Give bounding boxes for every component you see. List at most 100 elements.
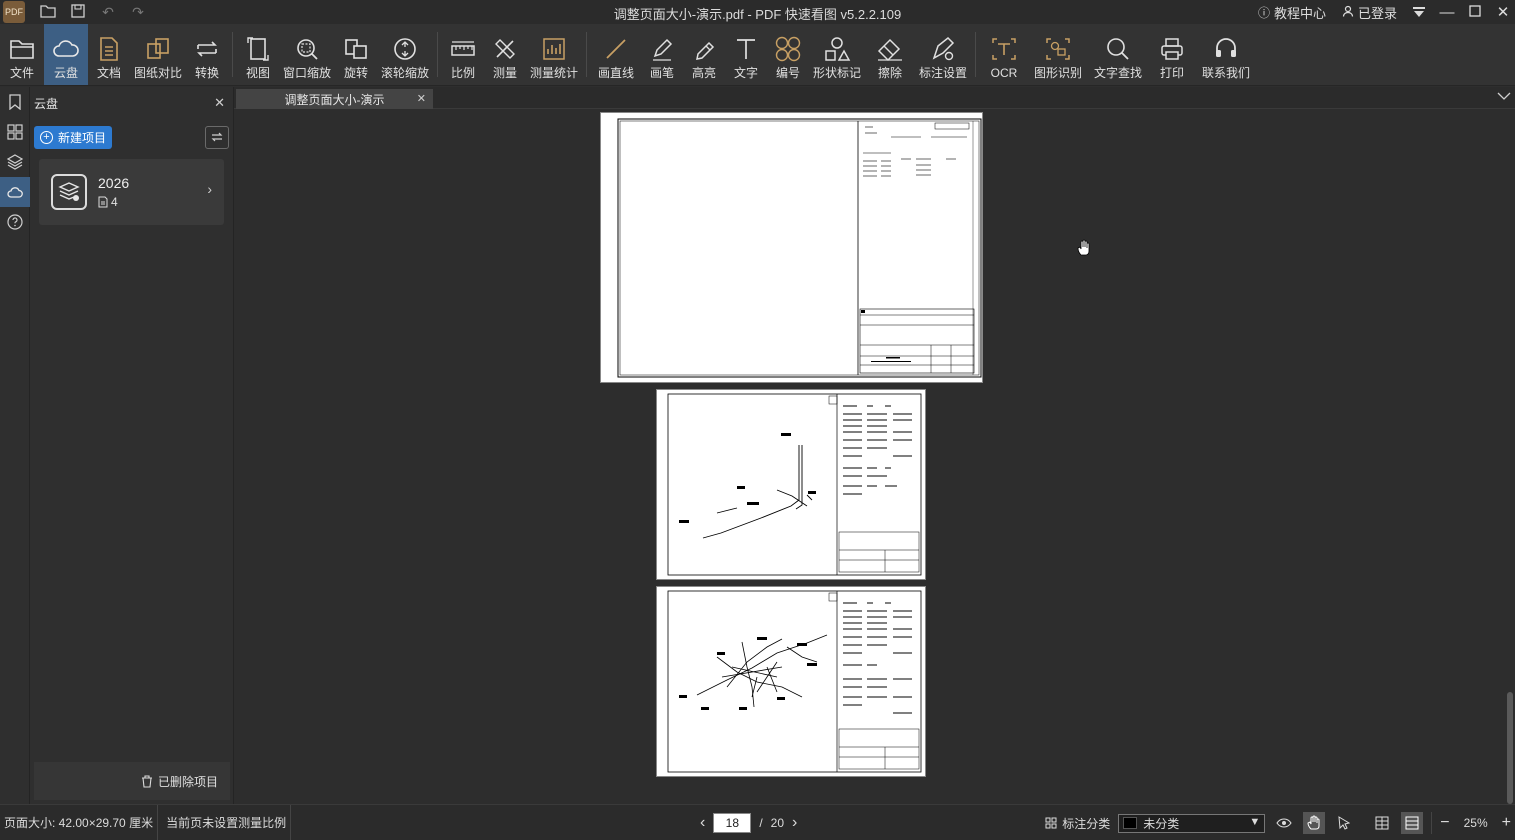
zoom-in-icon[interactable]: +: [1502, 814, 1511, 832]
compare-button[interactable]: 图纸对比: [130, 24, 186, 85]
cloud-rail-icon[interactable]: [0, 177, 30, 207]
hand-tool-icon[interactable]: [1303, 812, 1326, 834]
vertical-scrollbar[interactable]: [1507, 692, 1513, 804]
cloud-button[interactable]: 云盘: [44, 24, 88, 85]
scale-label: 比例: [450, 66, 475, 80]
zoom-window-icon: [297, 39, 318, 60]
highlight-button[interactable]: 高亮: [683, 24, 725, 85]
project-card[interactable]: 2026 4 ›: [39, 159, 224, 225]
category-color-swatch: [1123, 817, 1138, 829]
print-button[interactable]: 打印: [1148, 24, 1196, 85]
draw-line-button[interactable]: 画直线: [591, 24, 641, 85]
zoom-window-button[interactable]: 窗口缩放: [279, 24, 335, 85]
view-icon: [247, 37, 269, 61]
new-project-button[interactable]: + 新建项目: [34, 125, 113, 149]
status-separator: [1431, 812, 1433, 834]
eye-icon[interactable]: [1273, 812, 1295, 834]
continuous-layout-icon[interactable]: [1401, 812, 1424, 834]
account-link[interactable]: 已登录: [1336, 3, 1403, 22]
panel-title: 云盘: [34, 96, 59, 111]
folder-icon: [10, 40, 34, 59]
zoom-window-label: 窗口缩放: [282, 66, 331, 80]
toolbar-separator: [586, 32, 587, 77]
undo-icon[interactable]: ↶: [99, 4, 117, 21]
numbering-label: 编号: [775, 66, 800, 80]
deleted-items-button[interactable]: 已删除项目: [34, 762, 230, 800]
app-logo: PDF: [3, 1, 25, 23]
zoom-level[interactable]: 25%: [1464, 816, 1488, 830]
pdf-page: [656, 389, 926, 580]
rotate-icon: [345, 39, 367, 59]
select-pointer-icon[interactable]: [1333, 812, 1355, 834]
annotation-category-button[interactable]: 标注分类: [1045, 815, 1110, 832]
help-icon[interactable]: [0, 207, 30, 237]
eraser-button[interactable]: 擦除: [865, 24, 915, 85]
drawing-sheet: [667, 393, 922, 576]
shape-recognition-label: 图形识别: [1033, 66, 1082, 80]
maximize-icon[interactable]: [1463, 4, 1487, 21]
ocr-icon: [992, 38, 1016, 60]
minimize-icon[interactable]: —: [1435, 4, 1459, 21]
document-tab-label: 调整页面大小-演示: [284, 92, 385, 107]
bookmark-icon[interactable]: [0, 87, 30, 117]
markup-settings-button[interactable]: 标注设置: [915, 24, 971, 85]
tab-list-chevron-icon[interactable]: [1497, 89, 1511, 103]
wheel-zoom-button[interactable]: 滚轮缩放: [377, 24, 433, 85]
cloud-icon: [53, 40, 79, 57]
total-pages: 20: [770, 816, 785, 830]
sync-button[interactable]: [205, 125, 229, 149]
project-info: 2026 4: [98, 175, 129, 209]
thumbnails-icon[interactable]: [0, 117, 30, 147]
category-value: 未分类: [1143, 816, 1180, 831]
zoom-out-icon[interactable]: −: [1440, 814, 1449, 832]
text-button[interactable]: 文字: [725, 24, 767, 85]
close-window-icon[interactable]: ✕: [1491, 3, 1515, 21]
grid-category-icon: [1045, 817, 1057, 829]
text-search-button[interactable]: 文字查找: [1088, 24, 1148, 85]
convert-icon: [197, 41, 217, 57]
single-page-layout-icon[interactable]: [1371, 812, 1393, 834]
open-folder-icon[interactable]: [39, 4, 57, 21]
headset-icon: [1216, 38, 1236, 57]
document-button[interactable]: 文档: [88, 24, 130, 85]
markup-settings-label: 标注设置: [918, 66, 967, 80]
numbering-button[interactable]: 编号: [767, 24, 809, 85]
shape-recognition-button[interactable]: 图形识别: [1028, 24, 1088, 85]
help-center-label: 教程中心: [1273, 5, 1326, 21]
document-tab-strip: 调整页面大小-演示 ✕: [234, 87, 1515, 109]
view-button[interactable]: 视图: [237, 24, 279, 85]
save-icon[interactable]: [69, 3, 87, 21]
close-panel-icon[interactable]: ✕: [214, 95, 225, 111]
measure-icon: [495, 39, 515, 59]
ocr-button[interactable]: OCR: [980, 24, 1028, 85]
page-number-input[interactable]: 18: [713, 813, 752, 833]
wheel-zoom-label: 滚轮缩放: [380, 66, 429, 80]
measure-stats-button[interactable]: 测量统计: [526, 24, 582, 85]
scale-button[interactable]: 比例: [442, 24, 484, 85]
contact-us-button[interactable]: 联系我们: [1196, 24, 1256, 85]
prev-page-icon[interactable]: ‹: [700, 814, 705, 832]
convert-button[interactable]: 转换: [186, 24, 228, 85]
pdf-page: [600, 112, 983, 383]
dropdown-menu-icon[interactable]: [1407, 4, 1431, 21]
pen-button[interactable]: 画笔: [641, 24, 683, 85]
help-center-link[interactable]: ⓘ 教程中心: [1252, 3, 1332, 22]
file-button[interactable]: 文件: [0, 24, 44, 85]
close-tab-icon[interactable]: ✕: [417, 92, 426, 105]
shape-mark-button[interactable]: 形状标记: [809, 24, 865, 85]
measure-scale-info[interactable]: 当前页未设置测量比例: [158, 804, 292, 840]
document-tab[interactable]: 调整页面大小-演示 ✕: [236, 89, 433, 109]
file-count-value: 4: [111, 195, 118, 209]
redo-icon[interactable]: ↷: [129, 4, 147, 21]
rotate-label: 旋转: [343, 66, 368, 80]
next-page-icon[interactable]: ›: [792, 814, 797, 832]
layers-icon[interactable]: [0, 147, 30, 177]
highlighter-icon: [696, 41, 715, 60]
category-select[interactable]: 未分类 ▼: [1118, 813, 1266, 833]
rotate-button[interactable]: 旋转: [335, 24, 377, 85]
login-status-label: 已登录: [1357, 5, 1397, 21]
document-canvas[interactable]: [234, 109, 1515, 804]
print-label: 打印: [1159, 66, 1184, 80]
title-bar: PDF ↶ ↷ 调整页面大小-演示.pdf - PDF 快速看图 v5.2.2.…: [0, 0, 1515, 24]
measure-button[interactable]: 测量: [484, 24, 526, 85]
